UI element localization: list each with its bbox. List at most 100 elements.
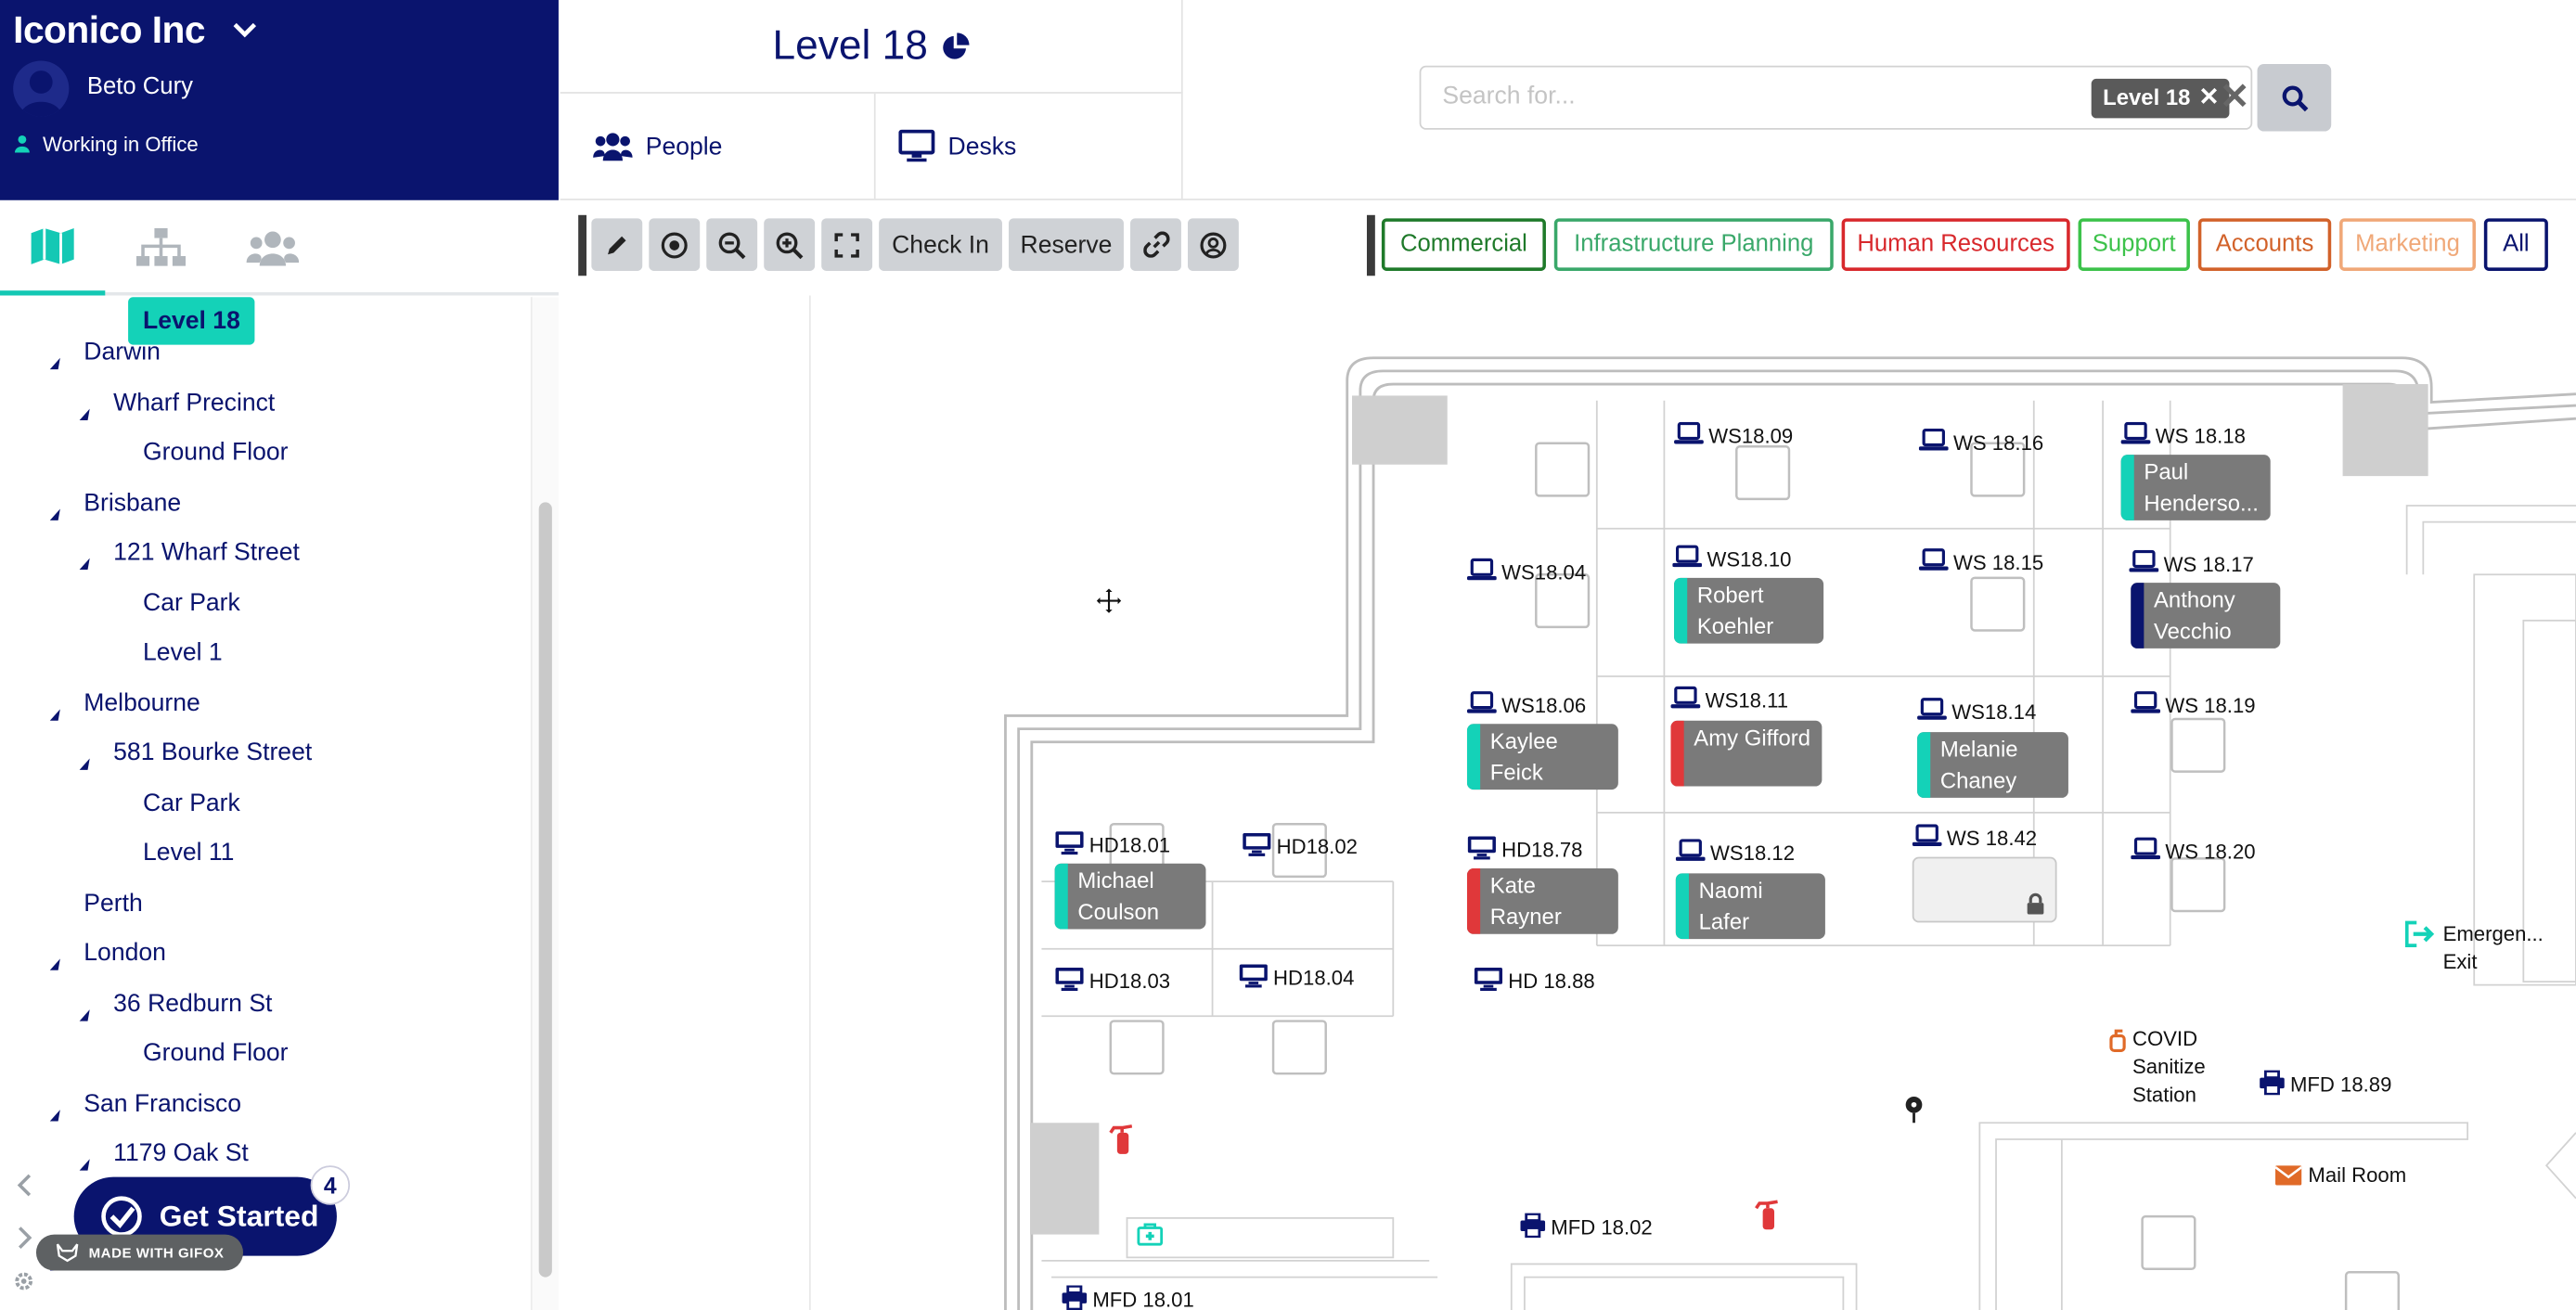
desk-mfd-18-89[interactable]: MFD 18.89: [2259, 1070, 2392, 1100]
user-name[interactable]: Beto Cury: [87, 74, 193, 100]
tree-item[interactable]: San Francisco: [84, 1089, 241, 1117]
desk-ws-18-19[interactable]: WS 18.19: [2131, 691, 2256, 719]
reserve-button[interactable]: Reserve: [1009, 218, 1124, 271]
occupant-card[interactable]: Kaylee Feick: [1466, 724, 1618, 790]
tree-item[interactable]: 1179 Oak St: [113, 1139, 249, 1167]
desk-ws18-14[interactable]: WS18.14: [1917, 698, 2036, 726]
tree-item[interactable]: Car Park: [143, 588, 240, 616]
tree-caret-icon[interactable]: [49, 1109, 60, 1121]
filter-support[interactable]: Support: [2078, 218, 2190, 271]
tree-caret-icon[interactable]: [79, 758, 90, 770]
desk-hd18-03[interactable]: HD18.03: [1055, 967, 1170, 996]
tab-desks[interactable]: Desks: [876, 93, 1183, 199]
occupant-card[interactable]: Amy Gifford: [1670, 720, 1823, 787]
chevron-down-icon[interactable]: [232, 17, 258, 43]
tab-org-chart[interactable]: [109, 200, 213, 296]
tree-caret-icon[interactable]: [49, 507, 60, 520]
desk-ws18-12[interactable]: WS18.12: [1675, 839, 1795, 867]
share-link-button[interactable]: [1130, 218, 1181, 271]
filter-all[interactable]: All: [2483, 218, 2548, 271]
tree-item[interactable]: Wharf Precinct: [113, 388, 275, 416]
desk-hd18-78[interactable]: HD18.78: [1467, 836, 1583, 866]
desk-mfd-18-02[interactable]: MFD 18.02: [1520, 1213, 1653, 1243]
desk-ws18-09[interactable]: WS18.09: [1674, 421, 1793, 450]
desk-ws18-04[interactable]: WS18.04: [1466, 558, 1586, 586]
filter-accounts[interactable]: Accounts: [2197, 218, 2332, 271]
floor-plan[interactable]: WS18.09 WS 18.16 WS 18.18 WS18.04 WS18.10 WS …: [560, 295, 2576, 1310]
tree-item[interactable]: Ground Floor: [143, 1039, 288, 1067]
occupant-card[interactable]: Melanie Chaney: [1917, 732, 2068, 798]
occupant-card[interactable]: Michael Coulson: [1054, 863, 1206, 930]
locate-button[interactable]: [649, 218, 701, 271]
tree-item[interactable]: Car Park: [143, 789, 240, 816]
filter-marketing[interactable]: Marketing: [2339, 218, 2476, 271]
selected-level-chip[interactable]: Level 18: [128, 297, 255, 345]
tab-people[interactable]: People: [560, 93, 876, 199]
tree-item[interactable]: 36 Redburn St: [113, 989, 272, 1017]
clear-search-icon[interactable]: ✕: [2220, 78, 2250, 115]
occupant-card[interactable]: Naomi Lafer: [1675, 873, 1825, 940]
desk-ws-18-16[interactable]: WS 18.16: [1918, 428, 2043, 456]
chevron-left-icon[interactable]: [15, 1174, 34, 1197]
desk-ws-18-17[interactable]: WS 18.17: [2129, 549, 2254, 578]
desk-hd-18-88[interactable]: HD 18.88: [1474, 967, 1595, 996]
tree-item[interactable]: Level 1: [143, 638, 223, 666]
occupant-card[interactable]: Anthony Vecchio: [2131, 583, 2281, 649]
filter-infrastructure-planning[interactable]: Infrastructure Planning: [1553, 218, 1834, 271]
sidebar-scrollbar-thumb[interactable]: [538, 502, 552, 1278]
desk-ws18-11[interactable]: WS18.11: [1670, 686, 1788, 714]
tree-caret-icon[interactable]: [49, 708, 60, 720]
tree-caret-icon[interactable]: [79, 407, 90, 420]
desk-ws-18-18[interactable]: WS 18.18: [2120, 421, 2246, 450]
desk-hd18-04[interactable]: HD18.04: [1239, 964, 1354, 994]
desk-mfd-18-01[interactable]: MFD 18.01: [1062, 1284, 1194, 1310]
tree-caret-icon[interactable]: [49, 357, 60, 370]
desk-hd18-01[interactable]: HD18.01: [1055, 830, 1170, 860]
chip-remove-icon[interactable]: ✕: [2198, 85, 2219, 118]
tree-item[interactable]: London: [84, 939, 166, 967]
desk-ws18-06[interactable]: WS18.06: [1466, 691, 1586, 719]
tree-item[interactable]: Level 11: [143, 839, 234, 867]
zoom-in-button[interactable]: [764, 218, 816, 271]
desk-ws18-10[interactable]: WS18.10: [1672, 545, 1791, 572]
occupant-card[interactable]: Kate Rayner: [1466, 868, 1618, 934]
expand-icon: [834, 232, 859, 257]
check-in-button[interactable]: Check In: [879, 218, 1002, 271]
desk-ws-18-20[interactable]: WS 18.20: [2131, 837, 2256, 865]
tree-caret-icon[interactable]: [79, 558, 90, 570]
tree-item[interactable]: Brisbane: [84, 488, 181, 516]
company-name[interactable]: Iconico Inc: [13, 8, 205, 53]
desk-hd18-02[interactable]: HD18.02: [1242, 832, 1358, 862]
edit-button[interactable]: [591, 218, 643, 271]
filter-human-resources[interactable]: Human Resources: [1841, 218, 2070, 271]
search-button[interactable]: [2257, 64, 2332, 132]
tree-item[interactable]: 121 Wharf Street: [113, 538, 300, 566]
tree-caret-icon[interactable]: [49, 958, 60, 970]
occupant-card[interactable]: Robert Koehler: [1674, 577, 1824, 644]
locked-desk[interactable]: [1912, 856, 2057, 923]
tree-item[interactable]: Ground Floor: [143, 438, 288, 466]
desk-ws-18-42[interactable]: WS 18.42: [1912, 824, 2037, 852]
tree-item[interactable]: Perth: [84, 889, 142, 917]
tab-teams[interactable]: [220, 200, 325, 296]
user-profile-button[interactable]: [1187, 218, 1239, 271]
page-title-box: Level 18: [560, 0, 1183, 94]
zoom-out-button[interactable]: [706, 218, 758, 271]
tree-caret-icon[interactable]: [79, 1008, 90, 1021]
filter-commercial[interactable]: Commercial: [1381, 218, 1546, 271]
chevron-right-icon[interactable]: [15, 1227, 34, 1250]
occupant-card[interactable]: Paul Henderso...: [2120, 455, 2271, 520]
work-status[interactable]: Working in Office: [43, 133, 199, 156]
tree-item[interactable]: Melbourne: [84, 688, 200, 716]
tree-item[interactable]: 581 Bourke Street: [113, 738, 312, 766]
gear-icon[interactable]: [13, 1271, 34, 1292]
desk-label: MFD 18.89: [2289, 1073, 2392, 1097]
tree-caret-icon[interactable]: [79, 1159, 90, 1171]
tab-map[interactable]: [0, 200, 106, 296]
search-filter-chip[interactable]: Level 18 ✕: [2091, 78, 2230, 119]
pie-chart-icon[interactable]: [941, 32, 970, 60]
fullscreen-button[interactable]: [821, 218, 873, 271]
map-pin-icon[interactable]: [1904, 1095, 1924, 1124]
desk-ws-18-15[interactable]: WS 18.15: [1918, 548, 2043, 576]
avatar[interactable]: [13, 60, 70, 117]
